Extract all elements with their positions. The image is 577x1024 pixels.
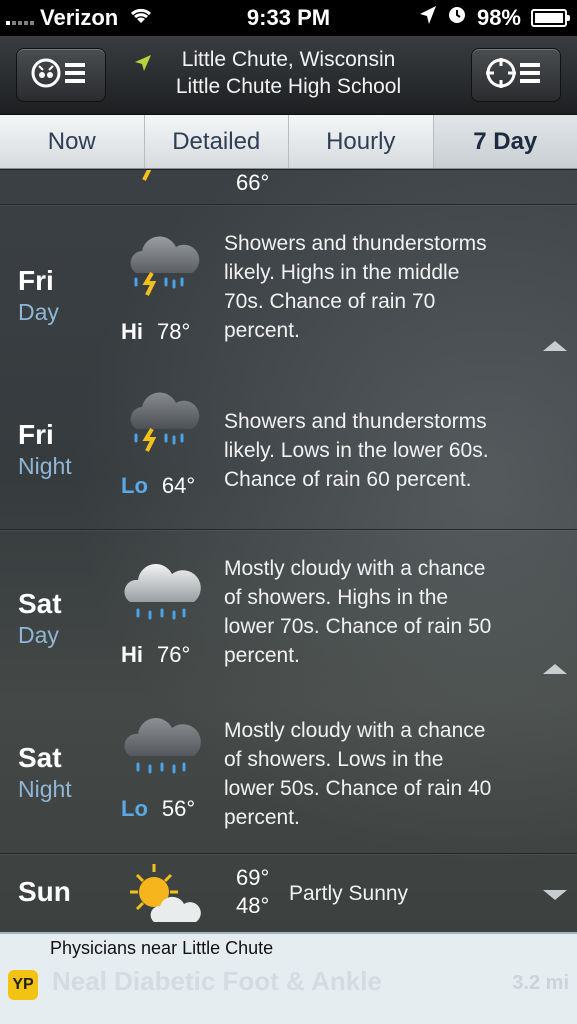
yp-logo: YP [8, 970, 38, 1000]
app-header: Little Chute, Wisconsin Little Chute Hig… [0, 36, 577, 115]
desc-line: percent. [224, 319, 300, 342]
temp-label: Lo [121, 796, 148, 821]
tab-detailed[interactable]: Detailed [145, 115, 289, 168]
desc-line: of showers. Highs in the [224, 586, 449, 609]
temp-label: Lo [121, 473, 148, 498]
forecast-row-fri: Fri Day Hi 78° Showers and thunderstorms … [0, 204, 577, 529]
forecast-description: Showers and thunderstorms likely. Highs … [224, 229, 564, 345]
temp-reading: Lo 56° [121, 796, 195, 822]
partial-forecast-row: 66° [0, 170, 577, 204]
desc-line: lower 50s. Chance of rain 40 [224, 777, 492, 800]
expand-arrow-icon[interactable] [543, 890, 567, 900]
forecast-row-sat: Sat Day Hi 76° Mostly cloudy with a chanc… [0, 529, 577, 853]
menu-button[interactable] [16, 48, 106, 102]
day-name: Fri [18, 265, 54, 296]
temp-reading: Lo 64° [121, 473, 195, 499]
sun-temps: 69° 48° [236, 864, 269, 920]
temp-label: Hi [121, 319, 143, 344]
desc-line: 70s. Chance of rain 70 [224, 290, 436, 313]
tab-now[interactable]: Now [0, 115, 145, 168]
collapse-arrow-icon[interactable] [543, 664, 567, 674]
desc-line: Showers and thunderstorms [224, 410, 487, 433]
desc-line: Showers and thunderstorms [224, 232, 487, 255]
desc-line: percent. [224, 806, 300, 829]
forecast-description: Mostly cloudy with a chance of showers. … [224, 554, 564, 670]
period-label: Night [18, 776, 72, 802]
crosshair-list-icon [484, 56, 548, 95]
thunderstorm-icon [122, 389, 202, 459]
lo-temp: 48° [236, 893, 270, 918]
location-arrow-icon [419, 5, 437, 31]
location-menu-button[interactable] [471, 48, 561, 102]
temp-reading: Hi 76° [121, 642, 190, 668]
desc-line: likely. Lows in the lower 60s. [224, 439, 489, 462]
temp-label: Hi [121, 642, 143, 667]
forecast-row-sun[interactable]: Sun 69° 48° Partly Sunny [0, 853, 577, 932]
navigation-arrow-icon [134, 52, 152, 79]
location-display: Little Chute, Wisconsin Little Chute Hig… [120, 46, 457, 100]
temp-reading: Hi 78° [121, 319, 190, 345]
ad-business-name[interactable]: Neal Diabetic Foot & Ankle [52, 966, 382, 997]
rain-cloud-icon [122, 712, 202, 782]
desc-line: lower 70s. Chance of rain 50 [224, 615, 492, 638]
period-label: Day [18, 622, 59, 648]
desc-line: likely. Highs in the middle [224, 261, 460, 284]
period-label: Day [18, 299, 59, 325]
tab-7-day[interactable]: 7 Day [433, 115, 577, 168]
tab-hourly[interactable]: Hourly [289, 115, 434, 168]
day-name: Sat [18, 588, 62, 619]
tab-bar: Now Detailed Hourly 7 Day [0, 115, 577, 169]
ad-title: Physicians near Little Chute [50, 938, 274, 958]
day-name: Sat [18, 742, 62, 773]
ad-distance: 3.2 mi [512, 972, 569, 994]
city-name: Little Chute, Wisconsin [181, 48, 396, 71]
status-bar: Verizon 9:33 PM 98% [0, 0, 577, 36]
hi-temp: 69° [236, 865, 270, 890]
forecast-list[interactable]: 66° Fri Day Hi 78° Showers and thundersto… [0, 170, 577, 932]
battery-icon [531, 9, 570, 27]
forecast-description: Mostly cloudy with a chance of showers. … [224, 716, 564, 832]
temp-value: 76° [157, 642, 191, 667]
menu-icon [29, 56, 93, 95]
desc-line: Mostly cloudy with a chance [224, 719, 486, 742]
forecast-description: Partly Sunny [289, 882, 409, 905]
desc-line: percent. [224, 644, 300, 667]
desc-line: Chance of rain 60 percent. [224, 468, 472, 491]
rain-cloud-icon [122, 558, 202, 628]
thunderstorm-icon [122, 233, 202, 303]
thunderstorm-icon [122, 170, 202, 196]
station-name: Little Chute High School [175, 75, 402, 98]
desc-line: Mostly cloudy with a chance [224, 557, 486, 580]
temp-value: 64° [161, 473, 196, 498]
forecast-description: Showers and thunderstorms likely. Lows i… [224, 407, 564, 494]
day-name: Fri [18, 419, 54, 450]
battery-percent: 98% [476, 5, 521, 30]
partial-temp: 66° [236, 170, 270, 195]
temp-value: 78° [157, 319, 191, 344]
desc-line: of showers. Lows in the [224, 748, 444, 771]
period-label: Night [18, 453, 72, 479]
collapse-arrow-icon[interactable] [543, 341, 567, 351]
ad-banner[interactable]: Physicians near Little Chute YP Neal Dia… [0, 932, 577, 1024]
day-name: Sun [18, 876, 71, 907]
partly-sunny-icon [124, 860, 204, 930]
alarm-clock-icon [447, 5, 467, 31]
temp-value: 56° [161, 796, 196, 821]
